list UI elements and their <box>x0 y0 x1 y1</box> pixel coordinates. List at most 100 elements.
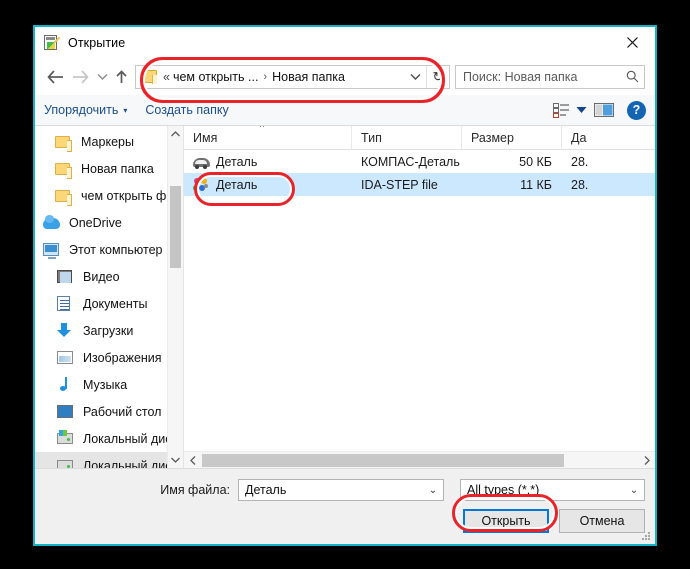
chevron-up-icon[interactable] <box>168 126 183 142</box>
sidebar-scrollbar[interactable] <box>167 126 183 468</box>
address-bar[interactable]: « чем открыть ... › Новая папка ↻ <box>135 64 450 89</box>
close-icon[interactable] <box>609 27 655 57</box>
chevron-left-icon[interactable] <box>184 452 201 469</box>
new-folder-label: Создать папку <box>145 103 229 117</box>
arrow-left-icon <box>47 69 63 84</box>
cancel-button[interactable]: Отмена <box>559 509 645 533</box>
chevron-down-icon[interactable]: ⌄ <box>423 485 443 496</box>
folder-icon <box>55 187 75 206</box>
file-list-horizontal-scrollbar[interactable] <box>184 451 655 468</box>
dialog-buttons: Открыть Отмена <box>463 509 645 533</box>
open-button[interactable]: Открыть <box>463 509 549 533</box>
sidebar-item-7[interactable]: Документы <box>35 290 183 317</box>
column-header-size[interactable]: Размер <box>462 126 562 149</box>
sidebar-item-label: Локальный дис <box>83 431 172 446</box>
file-name-cell[interactable]: Деталь <box>184 154 352 170</box>
sidebar-item-11[interactable]: Рабочий стол <box>35 398 183 425</box>
file-type-value[interactable]: All types (*.*) <box>461 483 624 497</box>
search-icon <box>620 70 644 83</box>
file-rows: Деталь КОМПАС-Деталь 50 КБ 28. Деталь IDA-STE… <box>184 150 655 451</box>
column-header-name[interactable]: ^ Имя <box>184 126 352 149</box>
arrow-right-icon <box>73 69 89 84</box>
dialog-footer: Имя файла: Деталь ⌄ All types (*.*) ⌄ От… <box>35 468 655 544</box>
chevron-down-icon[interactable] <box>168 452 183 468</box>
column-header-date-label: Да <box>571 130 587 145</box>
resize-grip[interactable] <box>642 532 652 542</box>
file-date-cell: 28. <box>571 154 589 169</box>
help-icon[interactable]: ? <box>627 100 646 120</box>
sidebar-item-label: Видео <box>83 269 120 284</box>
title-bar: Открытие <box>35 27 655 58</box>
sidebar-item-label: Загрузки <box>83 323 134 338</box>
forward-button[interactable] <box>68 64 93 90</box>
sidebar-item-8[interactable]: Загрузки <box>35 317 183 344</box>
breadcrumb-item-1[interactable]: чем открыть ... <box>173 70 258 84</box>
filename-input[interactable]: Деталь ⌄ <box>238 479 444 501</box>
refresh-icon[interactable]: ↻ <box>426 65 449 88</box>
file-type-filter[interactable]: All types (*.*) ⌄ <box>460 479 645 501</box>
sidebar-item-2[interactable]: Новая папка <box>35 155 183 182</box>
this-pc-icon <box>43 241 63 259</box>
kompas-file-icon <box>193 154 211 170</box>
sidebar-item-10[interactable]: Музыка <box>35 371 183 398</box>
up-button[interactable] <box>112 64 131 90</box>
navigation-pane: Маркеры Новая папка чем открыть фа OneDrive… <box>35 126 184 468</box>
breadcrumb-overflow[interactable]: « <box>163 70 170 84</box>
sidebar-item-1[interactable]: Маркеры <box>35 128 183 155</box>
sidebar-item-label: Локальный дис <box>83 458 172 469</box>
organize-label: Упорядочить <box>44 103 119 117</box>
screenshot-canvas: Открытие « чем открыть ... › Новая папка… <box>0 0 690 569</box>
address-dropdown-icon[interactable] <box>404 66 426 88</box>
sidebar-item-5[interactable]: Этот компьютер <box>35 236 183 263</box>
chevron-right-icon[interactable] <box>638 452 655 469</box>
sidebar-item-label: Изображения <box>83 350 162 365</box>
window-title: Открытие <box>68 35 126 50</box>
videos-icon <box>57 268 77 285</box>
search-box[interactable]: Поиск: Новая папка <box>455 64 645 89</box>
notepad-edit-icon <box>44 35 60 51</box>
table-row[interactable]: Деталь КОМПАС-Деталь 50 КБ 28. <box>184 150 655 173</box>
filename-label: Имя файла: <box>160 483 230 497</box>
sidebar-item-4[interactable]: OneDrive <box>35 209 183 236</box>
file-size-cell: 11 КБ <box>520 177 552 192</box>
breadcrumb-item-2[interactable]: Новая папка <box>272 70 345 84</box>
open-file-dialog: Открытие « чем открыть ... › Новая папка… <box>33 25 657 546</box>
column-header-type-label: Тип <box>361 130 382 145</box>
column-header-type[interactable]: Тип <box>352 126 462 149</box>
sidebar-item-9[interactable]: Изображения <box>35 344 183 371</box>
back-button[interactable] <box>43 64 68 90</box>
file-list-pane: ^ Имя Тип Размер Да Деталь КОМПАС-Деталь 5… <box>184 126 655 468</box>
column-header-name-label: Имя <box>193 130 218 145</box>
table-row[interactable]: Деталь IDA-STEP file 11 КБ 28. <box>184 173 655 196</box>
horizontal-scroll-thumb[interactable] <box>202 454 564 467</box>
sidebar-item-label: Музыка <box>83 377 128 392</box>
sidebar-item-label: Рабочий стол <box>83 404 162 419</box>
sidebar-item-3[interactable]: чем открыть фа <box>35 182 183 209</box>
downloads-icon <box>57 322 77 339</box>
file-type-cell: IDA-STEP file <box>361 177 438 192</box>
sidebar-item-12[interactable]: Локальный дис <box>35 425 183 452</box>
search-input[interactable]: Поиск: Новая папка <box>456 70 620 84</box>
sidebar-item-label: Новая папка <box>81 161 154 176</box>
file-name-label: Деталь <box>216 154 258 169</box>
filename-row: Имя файла: Деталь ⌄ All types (*.*) ⌄ <box>35 479 645 501</box>
file-name-cell[interactable]: Деталь <box>184 177 352 193</box>
preview-pane-icon[interactable] <box>593 101 615 119</box>
sidebar-item-6[interactable]: Видео <box>35 263 183 290</box>
sidebar-item-13[interactable]: Локальный дис <box>35 452 183 468</box>
filename-value[interactable]: Деталь <box>239 483 423 497</box>
folder-icon <box>142 70 157 84</box>
dialog-body: Маркеры Новая папка чем открыть фа OneDrive… <box>35 126 655 468</box>
sidebar-item-label: OneDrive <box>69 215 122 230</box>
new-folder-button[interactable]: Создать папку <box>145 103 228 117</box>
chevron-down-icon[interactable]: ⌄ <box>624 485 644 496</box>
column-header-date[interactable]: Да <box>562 126 655 149</box>
recent-locations-button[interactable] <box>93 64 112 90</box>
sidebar-scroll-thumb[interactable] <box>170 186 181 268</box>
list-view-icon[interactable] <box>553 102 570 118</box>
organize-button[interactable]: Упорядочить ▾ <box>44 103 127 117</box>
ida-step-file-icon <box>193 177 211 193</box>
documents-icon <box>57 295 77 312</box>
view-dropdown-icon[interactable] <box>576 106 587 114</box>
folder-icon <box>55 133 75 152</box>
